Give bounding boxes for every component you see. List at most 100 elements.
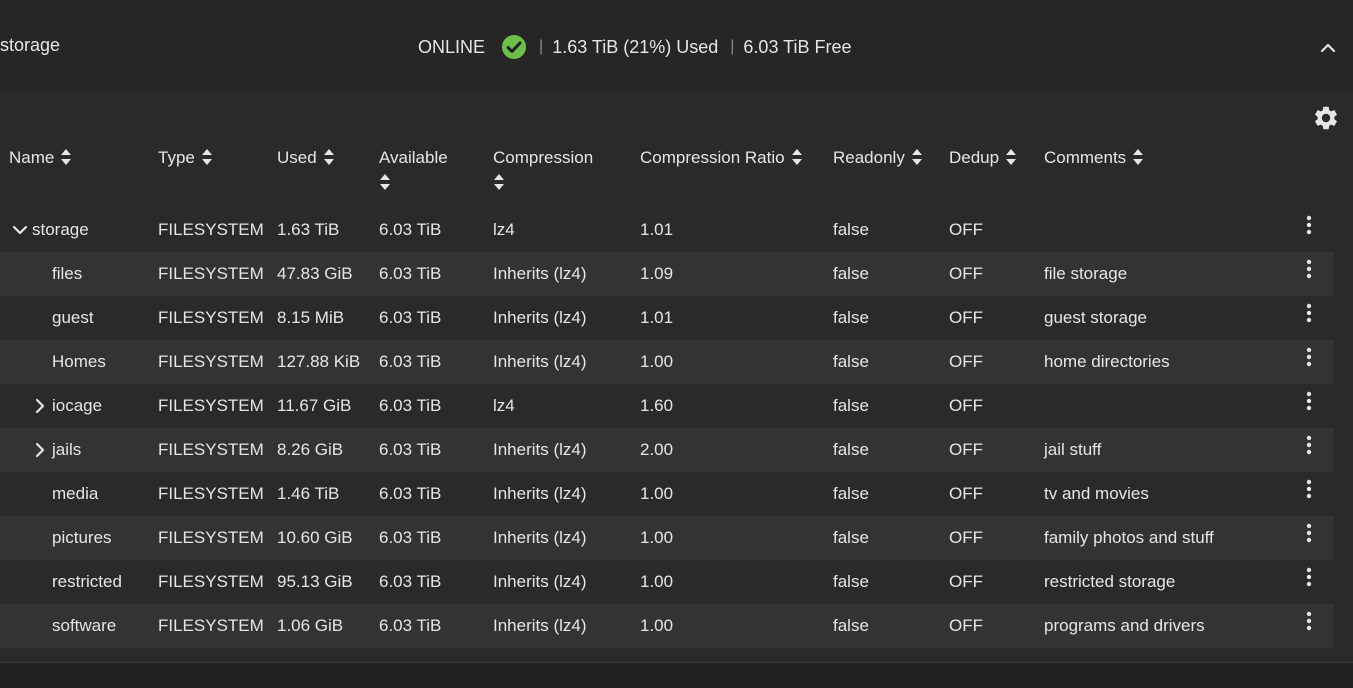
cell-ratio: 1.01 [640,308,674,327]
cell-type: FILESYSTEM [158,220,264,239]
cell-ratio: 1.00 [640,616,674,635]
cell-dedup: OFF [949,264,983,283]
table-row[interactable]: guest FILESYSTEM 8.15 MiB 6.03 TiB Inherits … [0,296,1334,340]
cell-available: 6.03 TiB [379,440,442,459]
cell-name: guest [52,308,94,327]
cell-readonly: false [833,352,869,371]
table-row[interactable]: Homes FILESYSTEM 127.88 KiB 6.03 TiB Inherit… [0,340,1334,384]
cell-readonly: false [833,572,869,591]
cell-available: 6.03 TiB [379,308,442,327]
cell-comments: tv and movies [1044,484,1149,503]
column-header-available[interactable]: Available [379,147,448,191]
cell-ratio: 1.00 [640,352,674,371]
cell-available: 6.03 TiB [379,616,442,635]
cell-ratio: 2.00 [640,440,674,459]
table-row[interactable]: iocage FILESYSTEM 11.67 GiB 6.03 TiB lz4 1.60… [0,384,1334,428]
sort-icon[interactable] [911,148,923,166]
gear-icon[interactable] [1312,104,1340,132]
sort-icon[interactable] [1132,148,1144,166]
table-row[interactable]: jails FILESYSTEM 8.26 GiB 6.03 TiB Inherits … [0,428,1334,472]
more-vert-icon[interactable] [1300,478,1318,500]
cell-used: 47.83 GiB [277,264,353,283]
cell-used: 1.06 GiB [277,616,344,635]
cell-compression: Inherits (lz4) [493,352,587,371]
sort-icon[interactable] [493,173,505,191]
column-header-type[interactable]: Type [158,147,213,169]
cell-compression: Inherits (lz4) [493,528,587,547]
pool-name: storage [0,35,61,55]
more-vert-icon[interactable] [1300,214,1318,236]
cell-compression: Inherits (lz4) [493,264,587,283]
cell-type: FILESYSTEM [158,572,264,591]
column-header-readonly[interactable]: Readonly [833,147,923,169]
column-header-comments[interactable]: Comments [1044,147,1144,169]
chevron-up-icon[interactable] [1318,38,1338,58]
cell-name: iocage [52,396,103,415]
cell-type: FILESYSTEM [158,352,264,371]
cell-type: FILESYSTEM [158,308,264,327]
cell-available: 6.03 TiB [379,396,442,415]
cell-compression: Inherits (lz4) [493,308,587,327]
cell-readonly: false [833,396,869,415]
cell-used: 1.63 TiB [277,220,340,239]
cell-ratio: 1.01 [640,220,674,239]
table-row[interactable]: storage FILESYSTEM 1.63 TiB 6.03 TiB lz4 1.01… [0,208,1334,252]
sort-icon[interactable] [201,148,213,166]
more-vert-icon[interactable] [1300,610,1318,632]
chevron-down-icon[interactable] [12,222,28,238]
table-row[interactable]: software FILESYSTEM 1.06 GiB 6.03 TiB Inheri… [0,604,1334,648]
sort-icon[interactable] [379,173,391,191]
cell-comments: programs and drivers [1044,616,1205,635]
pool-status-bar: ONLINE | 1.63 TiB (21%) Used | 6.03 TiB … [418,33,851,61]
table-row[interactable]: files FILESYSTEM 47.83 GiB 6.03 TiB Inherits… [0,252,1334,296]
more-vert-icon[interactable] [1300,302,1318,324]
column-header-compression-ratio[interactable]: Compression Ratio [640,147,803,169]
cell-readonly: false [833,484,869,503]
table-row[interactable]: media FILESYSTEM 1.46 TiB 6.03 TiB Inherits … [0,472,1334,516]
column-header-compression[interactable]: Compression [493,147,593,191]
cell-comments: restricted storage [1044,572,1176,591]
column-header-dedup[interactable]: Dedup [949,147,1017,169]
check-circle-icon [502,35,527,59]
cell-readonly: false [833,264,869,283]
chevron-right-icon[interactable] [32,442,48,458]
sort-icon[interactable] [60,148,72,166]
pool-header: storage ONLINE | 1.63 TiB (21%) Used | 6… [0,0,1353,92]
more-vert-icon[interactable] [1300,346,1318,368]
cell-readonly: false [833,440,869,459]
column-header-name[interactable]: Name [9,147,72,169]
more-vert-icon[interactable] [1300,434,1318,456]
cell-type: FILESYSTEM [158,528,264,547]
cell-available: 6.03 TiB [379,220,442,239]
more-vert-icon[interactable] [1300,390,1318,412]
cell-available: 6.03 TiB [379,572,442,591]
more-vert-icon[interactable] [1300,566,1318,588]
more-vert-icon[interactable] [1300,522,1318,544]
cell-dedup: OFF [949,352,983,371]
cell-comments: file storage [1044,264,1128,283]
cell-compression: Inherits (lz4) [493,616,587,635]
cell-ratio: 1.00 [640,572,674,591]
sort-icon[interactable] [791,148,803,166]
cell-type: FILESYSTEM [158,264,264,283]
cell-name: storage [32,220,89,239]
cell-dedup: OFF [949,572,983,591]
cell-readonly: false [833,308,869,327]
cell-used: 127.88 KiB [277,352,361,371]
table-row[interactable]: restricted FILESYSTEM 95.13 GiB 6.03 TiB Inh… [0,560,1334,604]
table-row[interactable]: pictures FILESYSTEM 10.60 GiB 6.03 TiB Inher… [0,516,1334,560]
cell-readonly: false [833,528,869,547]
pool-used: 1.63 TiB (21%) Used [552,36,719,57]
status-separator: | [730,38,735,55]
cell-readonly: false [833,616,869,635]
sort-icon[interactable] [323,148,335,166]
status-separator: | [539,38,544,55]
cell-dedup: OFF [949,308,983,327]
cell-name: jails [52,440,82,459]
cell-readonly: false [833,220,869,239]
sort-icon[interactable] [1005,148,1017,166]
chevron-right-icon[interactable] [32,398,48,414]
cell-ratio: 1.60 [640,396,674,415]
more-vert-icon[interactable] [1300,258,1318,280]
column-header-used[interactable]: Used [277,147,335,169]
